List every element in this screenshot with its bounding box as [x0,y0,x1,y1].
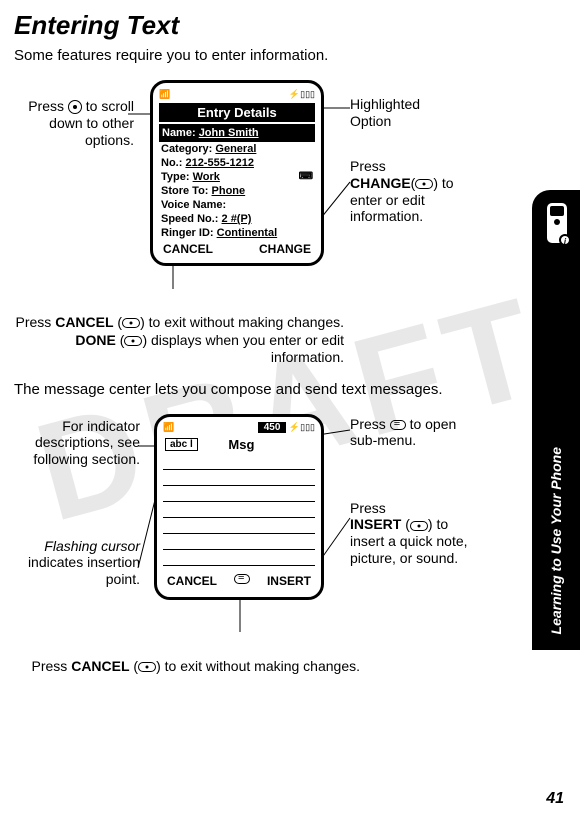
battery-icon: ⚡▯▯▯ [289,89,315,100]
phone-screen-2: 📶 450 ⚡▯▯▯ abc l Msg CANCEL INSERT [154,414,324,600]
softkey-change[interactable]: CHANGE [259,242,311,256]
softkey-icon [410,521,428,531]
callout-indicator: For indicator descriptions, see followin… [24,418,140,468]
callout-change: Press CHANGE() to enter or edit informat… [350,158,470,225]
softkey-cancel[interactable]: CANCEL [163,242,213,256]
entry-mode[interactable]: abc l [165,438,198,451]
battery-icon: ⚡▯▯▯ [289,422,315,432]
row-speedno[interactable]: Speed No.: 2 #(P) [159,212,315,226]
callout-submenu: Press to open sub-menu. [350,416,460,450]
nav-icon [68,100,82,114]
phone-icon: i [542,200,572,246]
figure-entry-details: Press to scroll down to other options. 📶… [0,74,580,314]
softkey-icon [415,179,433,189]
softkey-icon [138,662,156,672]
row-type[interactable]: Type: Work⌨ [159,170,315,184]
text-line[interactable] [163,550,315,566]
keyboard-icon: ⌨ [299,171,313,183]
callout-cursor: Flashing cursor indicates insertion poin… [20,538,140,588]
row-name[interactable]: Name: John Smith [159,124,315,142]
callout-highlighted: Highlighted Option [350,96,450,130]
text-line[interactable] [163,470,315,486]
entry-mode-row: abc l Msg [163,435,315,452]
row-category[interactable]: Category: General [159,142,315,156]
char-counter: 450 [258,422,287,433]
status-bar: 📶 450 ⚡▯▯▯ [163,421,315,435]
menu-icon[interactable] [234,574,250,584]
side-tab-label: Learning to Use Your Phone [548,431,564,650]
callout-scroll: Press to scroll down to other options. [14,98,134,148]
row-ringerid[interactable]: Ringer ID: Continental [159,226,315,240]
menu-icon [390,420,406,430]
text-line[interactable] [163,502,315,518]
softkey-icon [124,336,142,346]
row-voicename[interactable]: Voice Name: [159,198,315,212]
intro-text: Some features require you to enter infor… [0,47,580,74]
msg-title: Msg [198,437,285,452]
screen-title: Entry Details [159,103,315,122]
softkey-cancel[interactable]: CANCEL [167,574,217,588]
softkey-icon [122,318,140,328]
signal-icon: 📶 [159,89,170,100]
text-line[interactable] [163,454,315,470]
page-number: 41 [546,790,564,808]
page-title: Entering Text [0,0,580,47]
caption-figure-1: Press CANCEL () to exit without making c… [14,314,344,367]
text-line[interactable] [163,518,315,534]
mid-text: The message center lets you compose and … [0,367,580,408]
text-line[interactable] [163,486,315,502]
side-tab: Learning to Use Your Phone [532,190,580,650]
softkey-insert[interactable]: INSERT [267,574,311,588]
status-bar: 📶 ⚡▯▯▯ [159,87,315,101]
callout-insert: Press INSERT () to insert a quick note, … [350,500,480,567]
caption-figure-2: Press CANCEL () to exit without making c… [30,658,360,676]
row-number[interactable]: No.: 212-555-1212 [159,156,315,170]
signal-icon: 📶 [163,422,174,433]
phone-screen-1: 📶 ⚡▯▯▯ Entry Details Name: John Smith Ca… [150,80,324,266]
text-line[interactable] [163,534,315,550]
figure-message: For indicator descriptions, see followin… [0,408,580,658]
row-storeto[interactable]: Store To: Phone [159,184,315,198]
